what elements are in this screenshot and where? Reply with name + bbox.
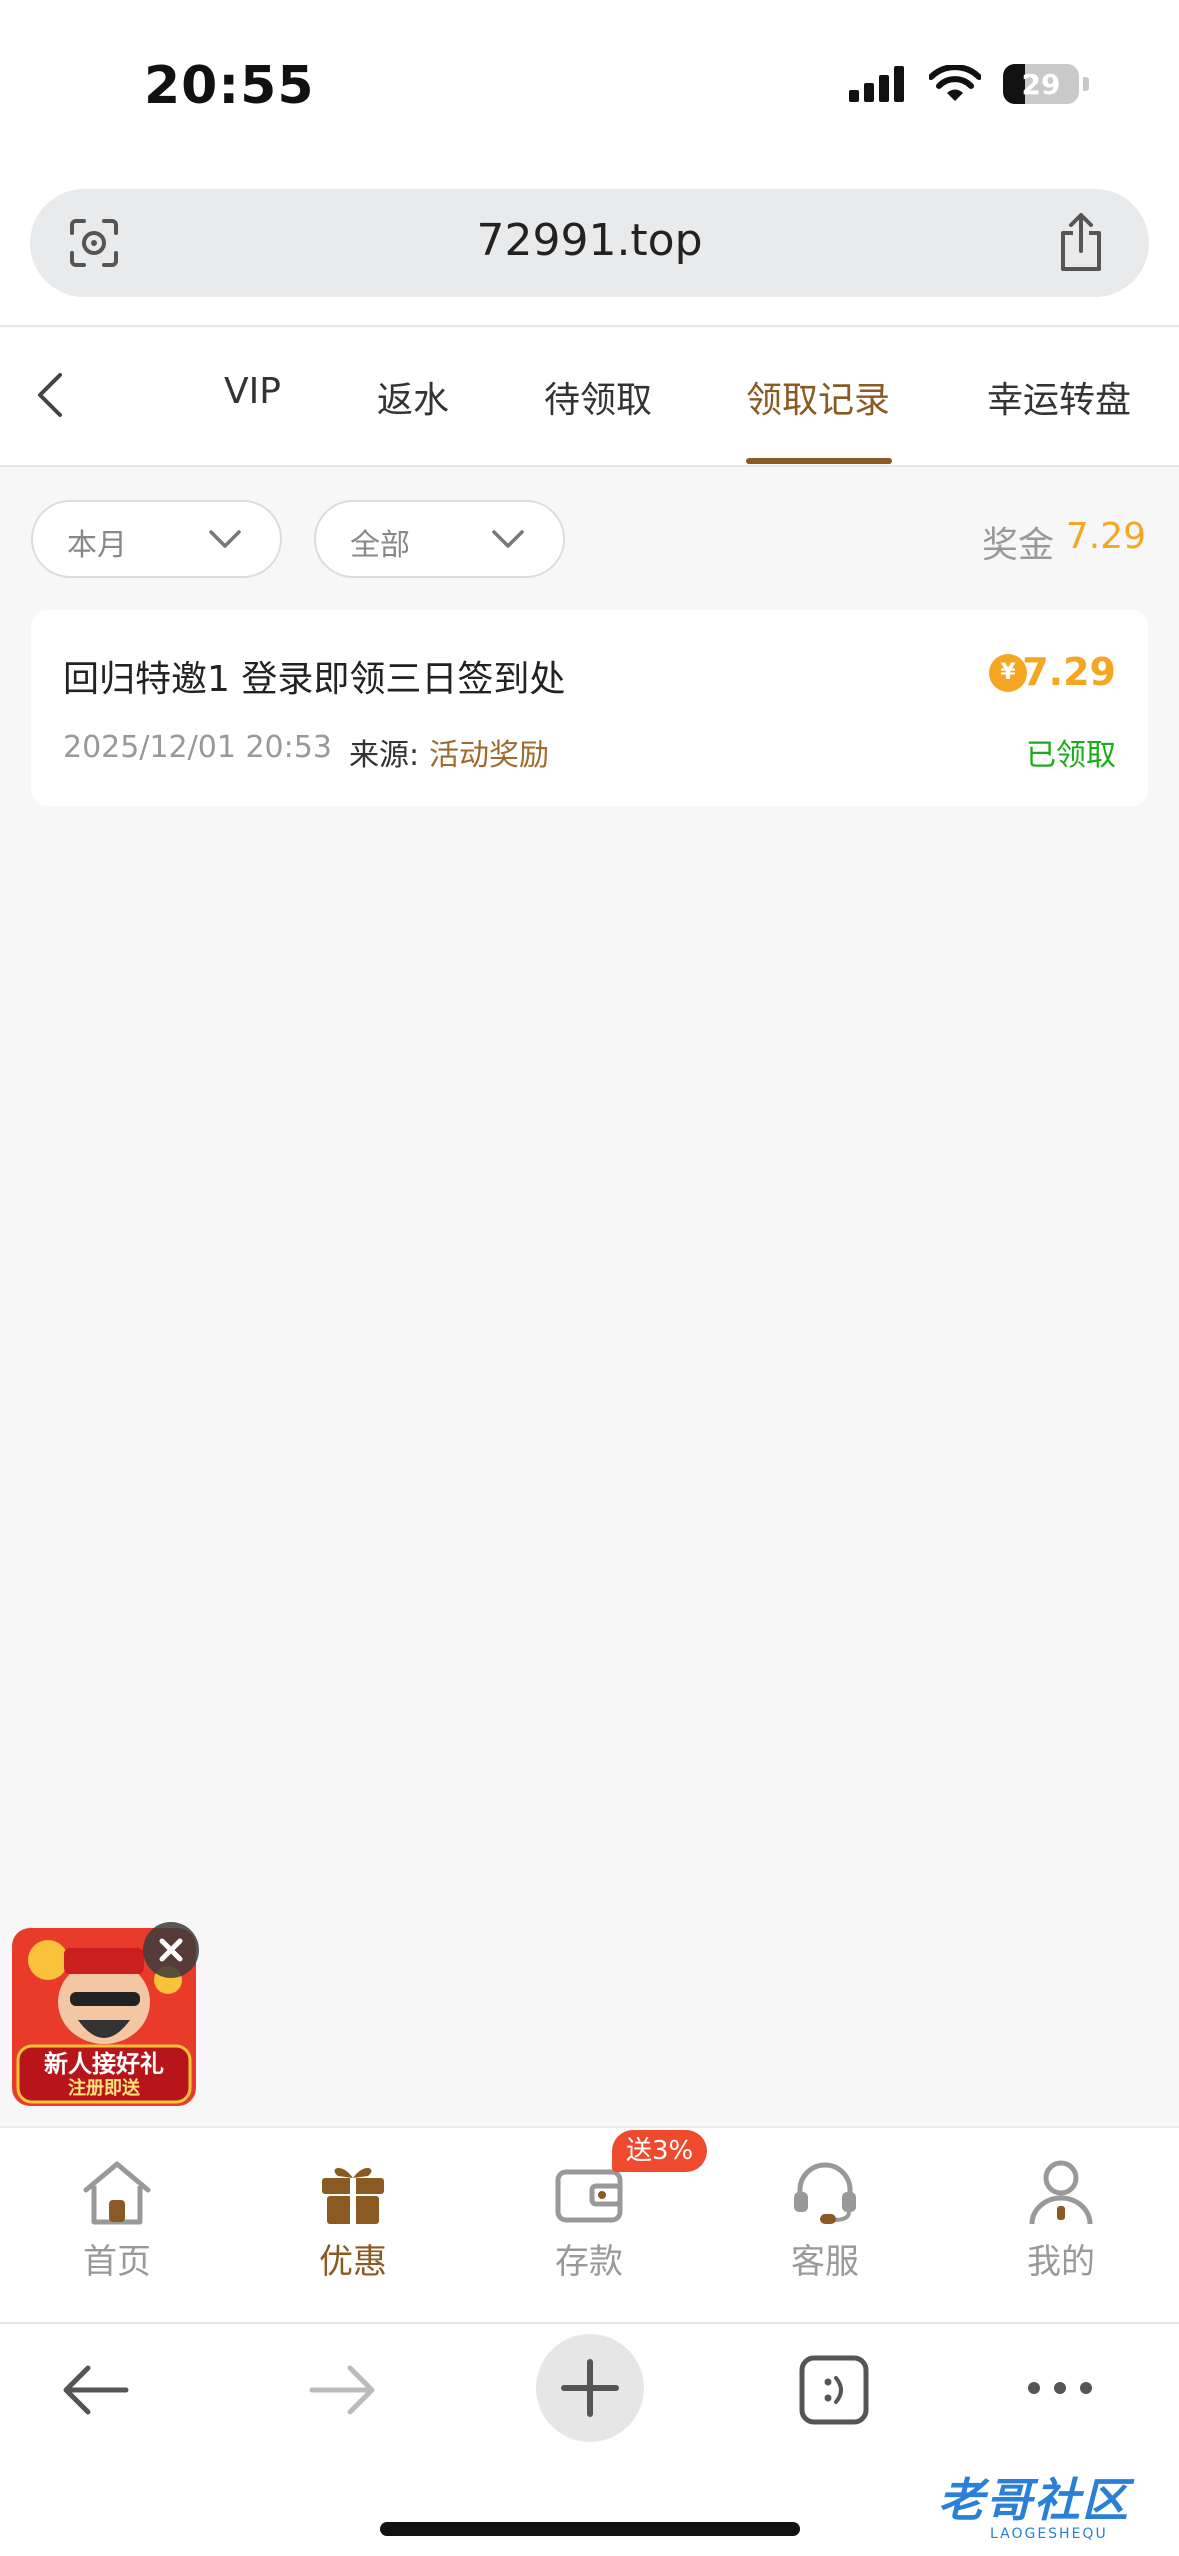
wifi-icon	[929, 65, 981, 101]
url-text[interactable]: 72991.top	[30, 215, 1149, 266]
period-filter-value: 本月	[67, 528, 127, 563]
nav-promotions[interactable]: 优惠	[273, 2158, 433, 2283]
promo-line2: 注册即送	[68, 2077, 141, 2099]
status-time: 20:55	[144, 56, 315, 116]
nav-profile[interactable]: 我的	[981, 2158, 1141, 2283]
share-icon[interactable]	[1055, 211, 1107, 273]
nav-deposit[interactable]: 存款	[509, 2158, 669, 2283]
nav-profile-label: 我的	[1027, 2242, 1095, 2282]
headset-icon	[794, 2162, 856, 2224]
tab-rebate[interactable]: 返水	[377, 371, 449, 423]
gift-icon	[322, 2167, 384, 2224]
active-tab-indicator	[746, 458, 892, 464]
record-source-label: 来源:	[349, 738, 420, 773]
record-card[interactable]: 回归特邀1 登录即领三日签到处 ¥ 7.29 2025/12/01 20:53 …	[31, 610, 1148, 806]
tab-pending[interactable]: 待领取	[544, 371, 652, 423]
record-source-value: 活动奖励	[429, 738, 549, 773]
browser-address-area: 72991.top	[0, 175, 1179, 327]
signal-icon	[849, 66, 904, 102]
nav-promotions-label: 优惠	[319, 2242, 387, 2282]
record-title: 回归特邀1 登录即领三日签到处	[63, 659, 566, 700]
browser-forward-icon[interactable]	[306, 2362, 380, 2418]
bonus-total-label: 奖金	[981, 525, 1054, 566]
deposit-bonus-badge: 送3%	[612, 2130, 708, 2172]
tabs-overview-icon[interactable]	[798, 2354, 870, 2426]
nav-support-label: 客服	[791, 2242, 859, 2282]
tab-lucky-wheel[interactable]: 幸运转盘	[987, 371, 1131, 423]
battery-level: 29	[1021, 67, 1061, 101]
nav-deposit-label: 存款	[555, 2242, 623, 2282]
tab-claim-history[interactable]: 领取记录	[746, 371, 890, 423]
browser-toolbar: 老哥社区 LAOGESHEQU	[0, 2322, 1179, 2556]
battery-indicator: 29	[1003, 64, 1089, 104]
chevron-down-icon	[492, 530, 524, 548]
category-filter-select[interactable]: 全部	[314, 500, 565, 578]
home-indicator	[380, 2522, 800, 2536]
close-icon	[159, 1938, 183, 1962]
plus-icon	[561, 2359, 619, 2417]
bottom-nav: 首页 优惠 存款 客服 我的	[0, 2126, 1179, 2322]
reward-tab-nav: VIP 返水 待领取 领取记录 幸运转盘	[0, 327, 1179, 467]
record-status: 已领取	[1026, 738, 1116, 773]
status-bar: 20:55 29	[0, 0, 1179, 175]
home-icon	[83, 2161, 151, 2225]
more-options-icon[interactable]	[1024, 2376, 1096, 2400]
address-bar[interactable]: 72991.top	[30, 189, 1149, 297]
promo-line1: 新人接好礼	[44, 2050, 164, 2078]
back-chevron-icon[interactable]	[30, 367, 70, 423]
nav-support[interactable]: 客服	[745, 2158, 905, 2283]
promo-close-button[interactable]	[143, 1922, 199, 1978]
watermark-logo: 老哥社区	[938, 2473, 1130, 2527]
nav-home-label: 首页	[83, 2242, 151, 2282]
tab-vip[interactable]: VIP	[224, 371, 281, 412]
user-icon	[1029, 2160, 1093, 2225]
new-tab-button[interactable]	[536, 2334, 644, 2442]
status-icons: 29	[849, 64, 1089, 104]
record-date: 2025/12/01 20:53	[63, 730, 332, 765]
browser-back-icon[interactable]	[58, 2362, 132, 2418]
watermark-subtext: LAOGESHEQU	[990, 2526, 1108, 2542]
nav-home[interactable]: 首页	[37, 2158, 197, 2283]
period-filter-select[interactable]: 本月	[31, 500, 282, 578]
chevron-down-icon	[209, 530, 241, 548]
bonus-total-value: 7.29	[1065, 516, 1146, 557]
category-filter-value: 全部	[350, 528, 410, 563]
record-amount: 7.29	[1022, 650, 1116, 694]
